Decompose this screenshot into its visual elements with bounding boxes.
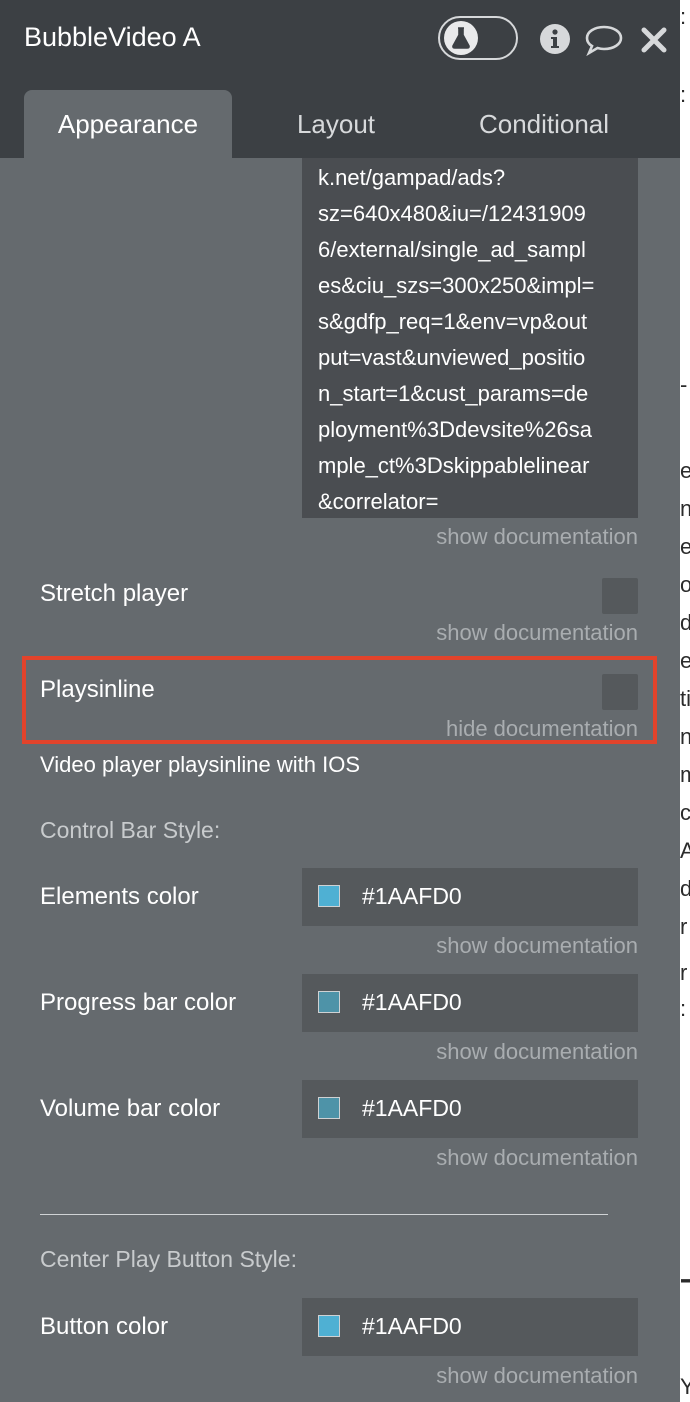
- flask-icon: [444, 21, 478, 55]
- show-documentation-link[interactable]: show documentation: [436, 620, 638, 646]
- bg-text-fragment: A: [680, 838, 690, 863]
- url-text-line: put=vast&unviewed_positio: [318, 345, 586, 370]
- url-text-line: mple_ct%3Dskippablelinear: [318, 453, 590, 478]
- show-documentation-link[interactable]: show documentation: [436, 1363, 638, 1389]
- bg-text-fragment: n: [680, 724, 690, 749]
- section-title-control-bar: Control Bar Style:: [40, 817, 221, 843]
- panel-tabs: Appearance Layout Conditional: [0, 76, 680, 158]
- bg-text-fragment: d: [680, 876, 690, 901]
- highlight-box: [22, 656, 657, 744]
- button-color-label: Button color: [40, 1313, 169, 1340]
- bg-text-fragment: Y: [680, 1374, 690, 1399]
- elements-color-picker[interactable]: #1AAFD0: [302, 868, 638, 926]
- show-documentation-link[interactable]: show documentation: [436, 933, 638, 959]
- experimental-toggle[interactable]: [438, 16, 518, 60]
- show-documentation-link[interactable]: show documentation: [436, 524, 638, 550]
- progress-bar-color-picker[interactable]: #1AAFD0: [302, 974, 638, 1032]
- bg-text-fragment: e: [680, 648, 690, 673]
- playsinline-documentation: Video player playsinline with IOS: [40, 752, 360, 777]
- tab-conditional[interactable]: Conditional: [452, 90, 636, 158]
- bg-text-fragment: o: [680, 572, 690, 597]
- color-swatch: [318, 1315, 340, 1337]
- color-swatch: [318, 885, 340, 907]
- bg-text-fragment: r: [680, 960, 688, 985]
- url-text-line: n_start=1&cust_params=de: [318, 381, 589, 406]
- color-swatch: [318, 1097, 340, 1119]
- panel-header: BubbleVideo A: [0, 0, 680, 76]
- bg-text-fragment: n: [680, 496, 690, 521]
- volume-bar-color-picker[interactable]: #1AAFD0: [302, 1080, 638, 1138]
- bg-text-fragment: c: [680, 800, 690, 825]
- bg-text-fragment: :: [680, 82, 687, 107]
- bg-text-fragment: r: [680, 914, 688, 939]
- progress-bar-color-label: Progress bar color: [40, 989, 237, 1016]
- color-hex-value: #1AAFD0: [362, 989, 462, 1015]
- ad-tag-url-textarea[interactable]: k.net/gampad/ads? sz=640x480&iu=/1243190…: [302, 158, 638, 518]
- bg-text-fragment: :: [680, 4, 687, 29]
- show-documentation-link[interactable]: show documentation: [436, 1145, 638, 1171]
- url-text-line: es&ciu_szs=300x250&impl=: [318, 273, 595, 298]
- color-hex-value: #1AAFD0: [362, 883, 462, 909]
- property-editor-panel: BubbleVideo A Appearance Layout Conditio…: [0, 0, 680, 1402]
- bg-text-fragment: T: [680, 1270, 690, 1320]
- volume-bar-color-label: Volume bar color: [40, 1095, 221, 1122]
- stretch-player-checkbox[interactable]: [602, 578, 638, 614]
- color-hex-value: #1AAFD0: [362, 1095, 462, 1121]
- bg-text-fragment: e: [680, 534, 690, 559]
- url-text-line: ployment%3Ddevsite%26sa: [318, 417, 592, 442]
- url-text-line: k.net/gampad/ads?: [318, 165, 506, 190]
- background-page-edge: : : - e n e o d e ti n m c A d r r : T Y: [680, 0, 690, 1402]
- elements-color-label: Elements color: [40, 883, 199, 910]
- element-title: BubbleVideo A: [24, 22, 201, 52]
- tab-layout[interactable]: Layout: [270, 90, 402, 158]
- color-swatch: [318, 991, 340, 1013]
- section-title-center-play: Center Play Button Style:: [40, 1246, 297, 1272]
- url-text-line: 6/external/single_ad_sampl: [318, 237, 586, 262]
- bg-text-fragment: d: [680, 610, 690, 635]
- stretch-player-label: Stretch player: [40, 580, 189, 607]
- url-text-line: s&gdfp_req=1&env=vp&out: [318, 309, 588, 334]
- url-text-line: sz=640x480&iu=/12431909: [318, 201, 586, 226]
- show-documentation-link[interactable]: show documentation: [436, 1039, 638, 1065]
- bg-text-fragment: -: [680, 372, 688, 397]
- bg-text-fragment: ti: [680, 686, 690, 711]
- bg-text-fragment: e: [680, 458, 690, 483]
- color-hex-value: #1AAFD0: [362, 1313, 462, 1339]
- section-divider: [40, 1214, 608, 1215]
- close-icon[interactable]: [638, 22, 670, 56]
- chat-bubble-icon[interactable]: [584, 22, 624, 57]
- url-text-line: &correlator=: [318, 489, 439, 514]
- bg-text-fragment: m: [680, 762, 690, 787]
- button-color-picker[interactable]: #1AAFD0: [302, 1298, 638, 1356]
- info-icon[interactable]: [538, 22, 572, 56]
- tab-appearance[interactable]: Appearance: [24, 90, 232, 158]
- bg-text-fragment: :: [680, 996, 687, 1021]
